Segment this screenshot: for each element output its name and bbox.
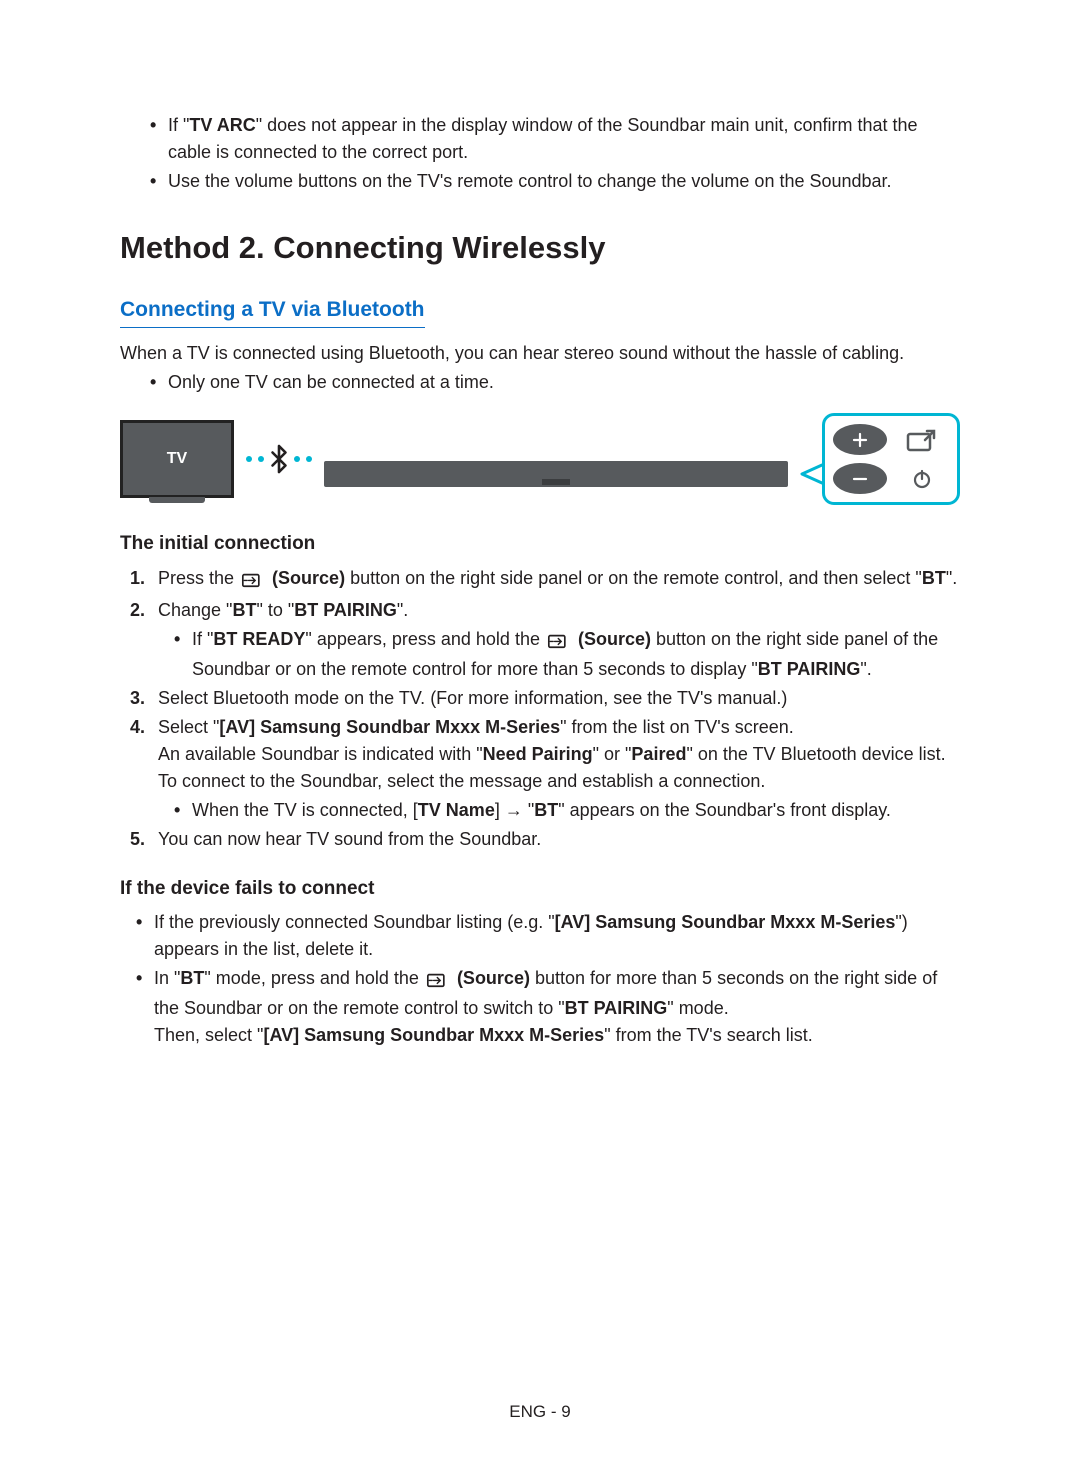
source-label: (Source) xyxy=(573,629,651,649)
heading-fails-to-connect: If the device fails to connect xyxy=(120,875,960,904)
step-4-sub: When the TV is connected, [TV Name] → "B… xyxy=(174,797,960,824)
step-2-sub: If "BT READY" appears, press and hold th… xyxy=(174,626,960,683)
step-3: Select Bluetooth mode on the TV. (For mo… xyxy=(130,685,960,712)
tv-graphic: TV xyxy=(120,420,234,498)
source-icon xyxy=(895,424,949,455)
step-1: Press the (Source) button on the right s… xyxy=(130,565,960,595)
step-2: Change "BT" to "BT PAIRING". If "BT READ… xyxy=(130,597,960,683)
page-footer: ENG - 9 xyxy=(0,1399,1080,1425)
text: Use the volume buttons on the TV's remot… xyxy=(168,171,892,191)
step-5: You can now hear TV sound from the Sound… xyxy=(130,826,960,853)
fail-bullet-2: In "BT" mode, press and hold the (Source… xyxy=(136,965,960,1049)
tv-label: TV xyxy=(167,447,187,471)
callout-arrow xyxy=(798,461,824,487)
plus-icon xyxy=(833,424,887,455)
intro-bullet: Only one TV can be connected at a time. xyxy=(150,369,960,396)
initial-connection-steps: Press the (Source) button on the right s… xyxy=(130,565,960,853)
bluetooth-diagram: TV xyxy=(120,410,960,508)
heading-initial-connection: The initial connection xyxy=(120,530,960,559)
note-tv-arc: If "TV ARC" does not appear in the displ… xyxy=(150,112,960,166)
carryover-notes: If "TV ARC" does not appear in the displ… xyxy=(150,112,960,195)
text: If " xyxy=(168,115,189,135)
minus-icon xyxy=(833,463,887,494)
source-icon xyxy=(426,968,450,995)
bluetooth-link-graphic xyxy=(246,446,312,472)
source-icon xyxy=(547,629,571,656)
note-volume-buttons: Use the volume buttons on the TV's remot… xyxy=(150,168,960,195)
source-icon xyxy=(241,568,265,595)
text: " does not appear in the display window … xyxy=(168,115,918,162)
heading-method-2: Method 2. Connecting Wirelessly xyxy=(120,225,960,272)
step-4: Select "[AV] Samsung Soundbar Mxxx M-Ser… xyxy=(130,714,960,824)
source-label: (Source) xyxy=(452,968,530,988)
intro-sentence: When a TV is connected using Bluetooth, … xyxy=(120,340,960,367)
side-panel-graphic xyxy=(822,413,960,505)
power-icon xyxy=(895,463,949,494)
bluetooth-icon xyxy=(270,446,288,472)
tv-arc-label: TV ARC xyxy=(189,115,255,135)
fails-to-connect-list: If the previously connected Soundbar lis… xyxy=(136,909,960,1049)
soundbar-graphic xyxy=(324,461,788,487)
fail-bullet-1: If the previously connected Soundbar lis… xyxy=(136,909,960,963)
heading-connect-bt: Connecting a TV via Bluetooth xyxy=(120,294,425,329)
source-label: (Source) xyxy=(267,568,345,588)
